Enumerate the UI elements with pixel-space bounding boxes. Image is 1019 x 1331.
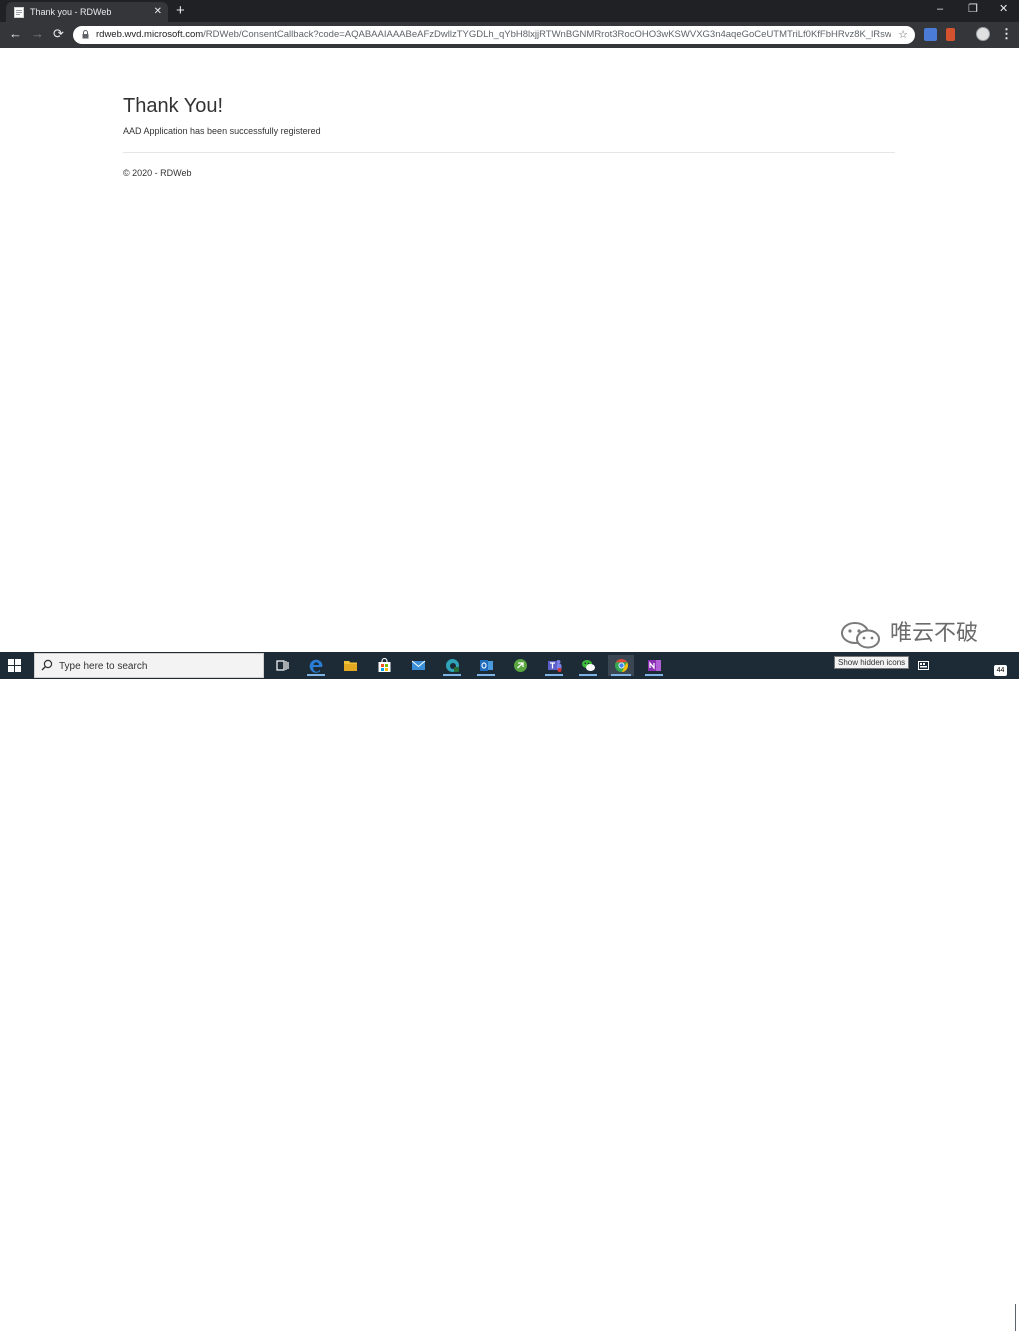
translate-extension-icon[interactable] [924,28,937,41]
minimize-button[interactable]: – [937,3,943,15]
taskbar-search-box[interactable]: Type here to search [34,653,264,678]
tab-strip: Thank you - RDWeb ✕ + – ❐ ✕ [0,0,1019,22]
clock-date: 3/3/2020 [943,1318,975,1327]
address-bar[interactable]: rdweb.wvd.microsoft.com/RDWeb/ConsentCal… [73,26,915,44]
folder-icon [344,661,357,671]
browser-tab[interactable]: Thank you - RDWeb ✕ [6,2,168,22]
watermark-text: 唯云不破 [890,621,979,646]
taskbar-store[interactable] [372,655,396,676]
mail-icon [411,660,426,670]
notification-count-badge: 44 [994,665,1007,676]
outlook-icon [480,660,493,671]
lock-icon [82,30,89,39]
back-button[interactable]: ← [9,27,22,41]
search-placeholder: Type here to search [59,661,148,672]
page-favicon-icon [14,7,24,18]
show-hidden-icons-tooltip: Show hidden icons [834,656,910,669]
profile-avatar[interactable] [976,27,990,41]
system-clock[interactable]: 9:53 AM 3/3/2020 [936,1306,982,1328]
taskbar-chrome[interactable] [608,655,634,676]
action-center-icon[interactable] [990,1310,1004,1323]
url-path: /RDWeb/ConsentCallback?code=AQABAAIAAABe… [203,29,891,40]
page-heading: Thank You! [123,95,224,117]
new-tab-button[interactable]: + [176,3,185,18]
taskbar-edge-beta[interactable] [440,655,464,676]
input-method-icon[interactable] [918,660,929,671]
taskbar-outlook[interactable] [474,655,498,676]
wechat-icon [582,660,595,671]
clock-time: 9:53 AM [944,1307,974,1316]
search-icon [41,659,53,671]
browser-toolbar: ← → ⟳ rdweb.wvd.microsoft.com/RDWeb/Cons… [0,22,1019,48]
forward-button[interactable]: → [31,27,44,41]
taskbar-wechat[interactable] [576,655,600,676]
teams-icon [548,660,562,672]
edge-beta-icon [446,659,459,672]
task-view-button[interactable] [270,655,294,676]
edge-icon [309,659,323,673]
reload-button[interactable]: ⟳ [53,27,64,41]
chrome-icon [615,659,628,672]
taskbar-onenote[interactable] [642,655,666,676]
taskbar-teams[interactable] [542,655,566,676]
sync-icon [514,659,527,672]
wechat-watermark-icon [841,622,880,649]
taskbar-file-explorer[interactable] [338,655,362,676]
bookmark-star-icon[interactable]: ☆ [898,28,908,41]
url-text: rdweb.wvd.microsoft.com/RDWeb/ConsentCal… [96,29,891,41]
url-host: rdweb.wvd.microsoft.com [96,29,204,40]
tab-close-icon[interactable]: ✕ [154,6,162,17]
taskbar-mail[interactable] [406,655,430,676]
taskbar-sync-app[interactable] [508,655,532,676]
success-message: AAD Application has been successfully re… [123,126,321,136]
show-desktop-button[interactable] [1015,1304,1019,1331]
browser-menu-button[interactable]: ⋮ [1000,27,1013,41]
restore-button[interactable]: ❐ [968,3,978,15]
windows-start-icon[interactable] [8,659,21,672]
office-extension-icon[interactable] [946,28,955,41]
close-window-button[interactable]: ✕ [999,3,1008,15]
store-icon [378,658,391,672]
footer-divider [123,152,895,153]
page-footer: © 2020 - RDWeb [123,168,192,178]
tab-title: Thank you - RDWeb [30,7,112,17]
task-view-icon [276,660,289,671]
taskbar-edge[interactable] [304,655,328,676]
onenote-icon [648,660,661,671]
